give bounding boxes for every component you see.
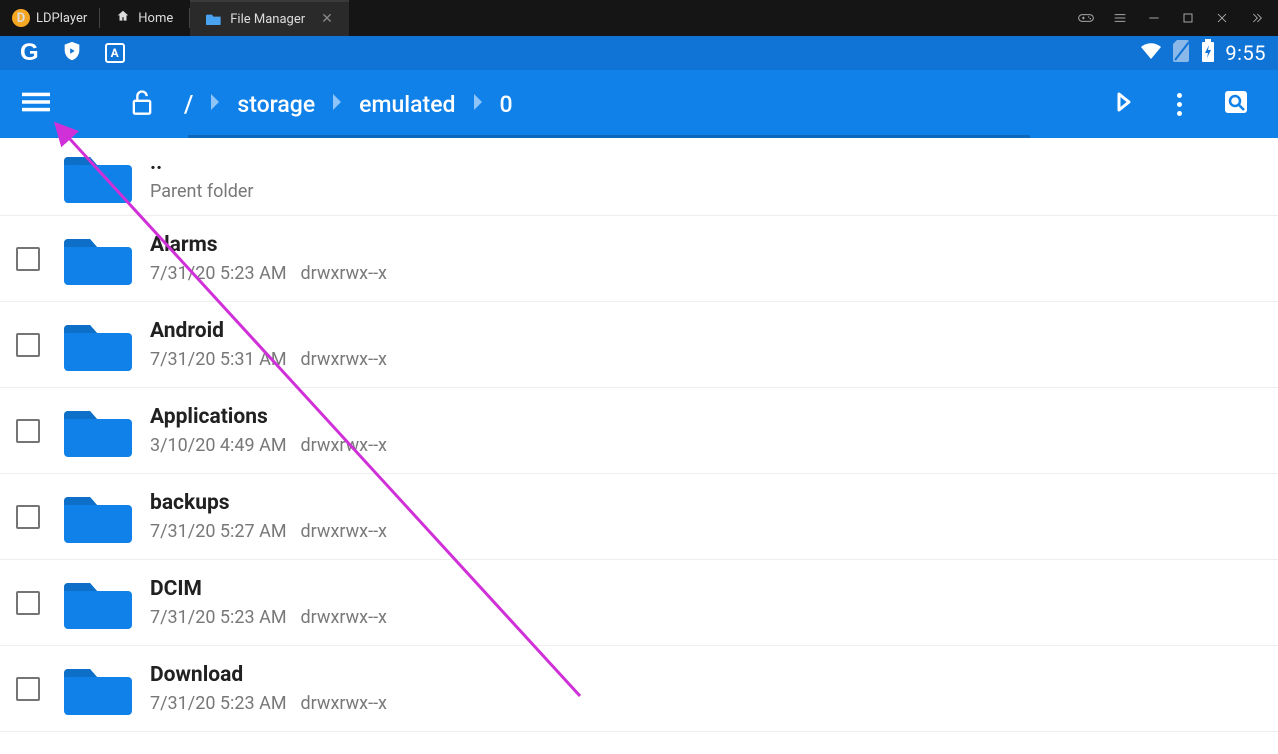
file-date: 7/31/20 5:23 AM (150, 607, 287, 628)
checkbox[interactable] (16, 591, 40, 615)
checkbox[interactable] (16, 677, 40, 701)
lock-open-icon[interactable] (128, 88, 156, 120)
file-name: .. (150, 151, 254, 175)
checkbox[interactable] (16, 247, 40, 271)
file-sub: 7/31/20 5:27 AM drwxrwx--x (150, 521, 387, 542)
toolbar-actions (1111, 90, 1256, 118)
tab-label: File Manager (230, 12, 305, 27)
expand-icon[interactable] (1248, 10, 1264, 26)
battery-charging-icon (1201, 39, 1215, 67)
android-statusbar: G A 9:55 (0, 36, 1278, 70)
file-sub: 3/10/20 4:49 AM drwxrwx--x (150, 435, 387, 456)
minimize-button[interactable] (1146, 10, 1162, 26)
file-sub: 7/31/20 5:23 AM drwxrwx--x (150, 607, 387, 628)
home-icon (116, 9, 130, 27)
product-logo[interactable]: D LDPlayer (0, 0, 99, 36)
chevron-right-icon (470, 91, 486, 118)
folder-icon (62, 149, 134, 205)
breadcrumb-underline (188, 135, 1030, 138)
file-info: Applications 3/10/20 4:49 AM drwxrwx--x (150, 405, 387, 456)
file-row[interactable]: Applications 3/10/20 4:49 AM drwxrwx--x (0, 388, 1278, 474)
file-date: 3/10/20 4:49 AM (150, 435, 287, 456)
menu-icon[interactable] (1112, 10, 1128, 26)
keyboard-a-icon: A (105, 43, 125, 63)
window-titlebar: D LDPlayer Home File Manager ✕ (0, 0, 1278, 36)
no-sim-icon (1173, 40, 1191, 66)
crumb-0[interactable]: 0 (500, 91, 513, 118)
google-icon: G (20, 39, 39, 67)
file-info: Android 7/31/20 5:31 AM drwxrwx--x (150, 319, 387, 370)
crumb-root[interactable]: / (184, 90, 193, 118)
file-row[interactable]: Android 7/31/20 5:31 AM drwxrwx--x (0, 302, 1278, 388)
file-sub: 7/31/20 5:23 AM drwxrwx--x (150, 263, 387, 284)
file-perms: drwxrwx--x (301, 521, 387, 542)
folder-icon (62, 317, 134, 373)
file-perms: drwxrwx--x (301, 693, 387, 714)
file-name: Android (150, 319, 387, 343)
folder-icon (62, 489, 134, 545)
tab-home[interactable]: Home (100, 0, 189, 36)
file-date: 7/31/20 5:31 AM (150, 349, 287, 370)
file-perms: drwxrwx--x (301, 349, 387, 370)
file-name: Applications (150, 405, 387, 429)
status-left: G A (20, 39, 125, 67)
forward-button[interactable] (1111, 90, 1135, 118)
file-perms: drwxrwx--x (301, 263, 387, 284)
tab-label: Home (138, 11, 173, 26)
close-tab-icon[interactable]: ✕ (321, 11, 333, 27)
folder-icon (62, 661, 134, 717)
file-sub: 7/31/20 5:23 AM drwxrwx--x (150, 693, 387, 714)
folder-icon (62, 575, 134, 631)
titlebar-left: D LDPlayer Home File Manager ✕ (0, 0, 349, 36)
file-row[interactable]: DCIM 7/31/20 5:23 AM drwxrwx--x (0, 560, 1278, 646)
checkbox[interactable] (16, 419, 40, 443)
file-name: DCIM (150, 577, 387, 601)
status-time: 9:55 (1225, 41, 1266, 65)
file-sub: Parent folder (150, 181, 254, 202)
file-perms: drwxrwx--x (301, 607, 387, 628)
more-options-button[interactable] (1177, 93, 1182, 116)
file-row-parent[interactable]: .. Parent folder (0, 138, 1278, 216)
maximize-button[interactable] (1180, 10, 1196, 26)
file-row[interactable]: Alarms 7/31/20 5:23 AM drwxrwx--x (0, 216, 1278, 302)
file-row[interactable]: Download 7/31/20 5:23 AM drwxrwx--x (0, 646, 1278, 732)
menu-hamburger-button[interactable] (22, 88, 50, 120)
file-name: backups (150, 491, 387, 515)
shield-play-icon (61, 40, 83, 66)
file-perms: drwxrwx--x (301, 435, 387, 456)
gamepad-icon[interactable] (1078, 10, 1094, 26)
folder-icon (206, 12, 222, 26)
crumb-storage[interactable]: storage (237, 91, 315, 118)
file-name: Alarms (150, 233, 387, 257)
file-date: 7/31/20 5:23 AM (150, 263, 287, 284)
file-info: .. Parent folder (150, 151, 254, 202)
ldplayer-icon: D (12, 9, 30, 27)
file-sub: 7/31/20 5:31 AM drwxrwx--x (150, 349, 387, 370)
file-list[interactable]: .. Parent folder Alarms 7/31/20 5:23 AM drwx… (0, 138, 1278, 754)
checkbox[interactable] (16, 333, 40, 357)
close-window-button[interactable] (1214, 10, 1230, 26)
file-date: 7/31/20 5:27 AM (150, 521, 287, 542)
file-info: Alarms 7/31/20 5:23 AM drwxrwx--x (150, 233, 387, 284)
breadcrumb[interactable]: / storage emulated 0 (184, 90, 1083, 118)
window-controls (1078, 0, 1278, 36)
status-right: 9:55 (1139, 39, 1266, 67)
folder-icon (62, 231, 134, 287)
product-name: LDPlayer (36, 11, 87, 26)
file-info: DCIM 7/31/20 5:23 AM drwxrwx--x (150, 577, 387, 628)
app-toolbar: / storage emulated 0 (0, 70, 1278, 138)
file-name: Download (150, 663, 387, 687)
tab-file-manager[interactable]: File Manager ✕ (190, 0, 349, 36)
wifi-icon (1139, 41, 1163, 65)
checkbox[interactable] (16, 505, 40, 529)
chevron-right-icon (329, 91, 345, 118)
file-date: 7/31/20 5:23 AM (150, 693, 287, 714)
file-row[interactable]: backups 7/31/20 5:27 AM drwxrwx--x (0, 474, 1278, 560)
search-button[interactable] (1224, 90, 1248, 118)
file-info: backups 7/31/20 5:27 AM drwxrwx--x (150, 491, 387, 542)
chevron-right-icon (207, 91, 223, 118)
folder-icon (62, 403, 134, 459)
file-info: Download 7/31/20 5:23 AM drwxrwx--x (150, 663, 387, 714)
crumb-emulated[interactable]: emulated (359, 91, 455, 118)
